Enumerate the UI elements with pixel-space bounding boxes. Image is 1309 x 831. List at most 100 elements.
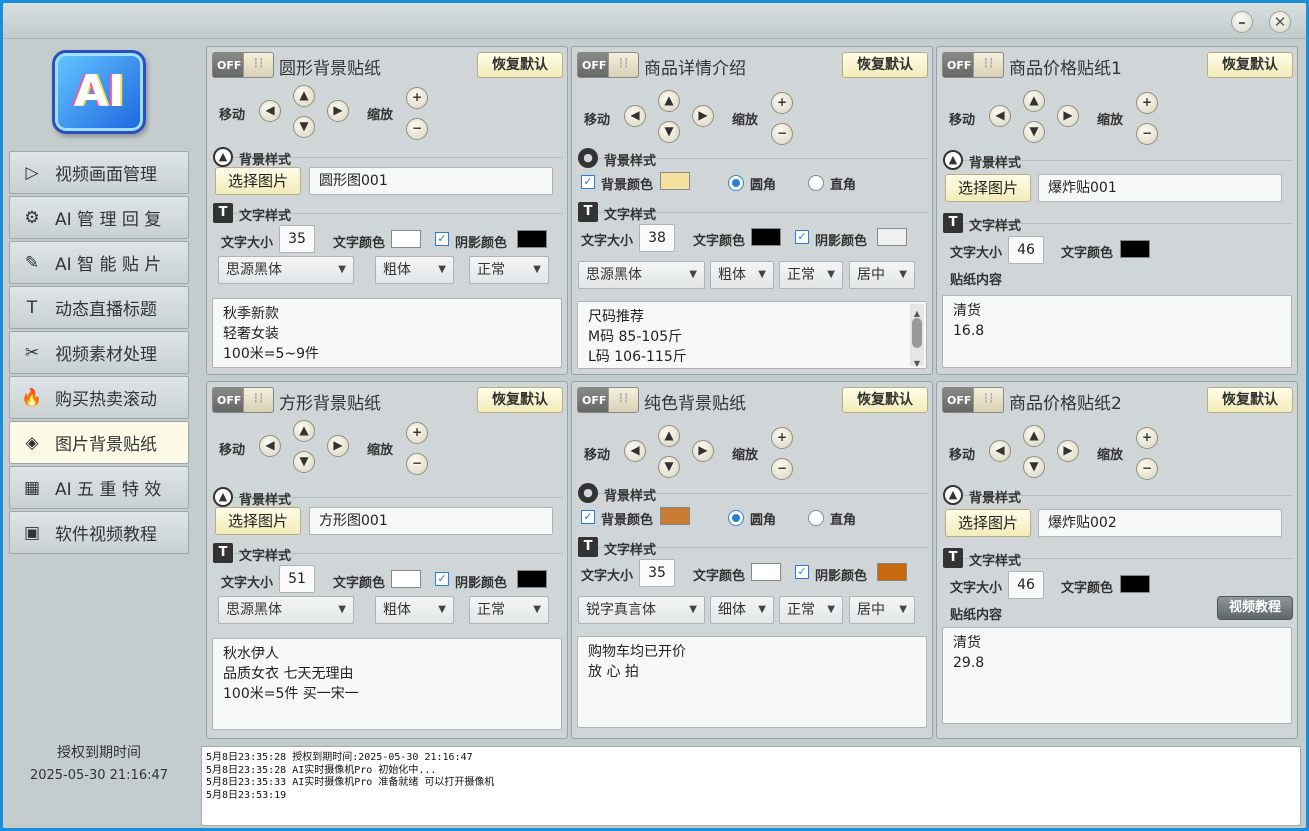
restore-default-button[interactable]: 恢复默认 [1207, 387, 1293, 413]
move-down-button[interactable]: ▼ [658, 456, 680, 478]
font-color-swatch[interactable] [1120, 575, 1150, 593]
restore-default-button[interactable]: 恢复默认 [477, 387, 563, 413]
sidebar-item-5[interactable]: ✂ 视频素材处理 [9, 331, 189, 374]
zoom-out-button[interactable]: − [1136, 123, 1158, 145]
enable-toggle[interactable]: OFF ┇┇ [212, 52, 274, 78]
font-style-select[interactable]: 正常 ▼ [779, 596, 843, 624]
enable-toggle[interactable]: OFF ┇┇ [942, 387, 1004, 413]
shadow-checkbox[interactable]: ✓ [435, 232, 449, 246]
sidebar-item-6[interactable]: 🔥 购买热卖滚动 [9, 376, 189, 419]
move-up-button[interactable]: ▲ [293, 420, 315, 442]
image-name-field[interactable]: 方形图001 [309, 507, 553, 535]
align-select[interactable]: 居中 ▼ [849, 596, 915, 624]
zoom-out-button[interactable]: − [406, 453, 428, 475]
font-family-select[interactable]: 思源黑体 ▼ [218, 596, 354, 624]
font-size-input[interactable]: 35 [639, 559, 675, 587]
shadow-color-swatch[interactable] [877, 228, 907, 246]
move-up-button[interactable]: ▲ [1023, 425, 1045, 447]
scroll-thumb[interactable] [912, 318, 922, 348]
scroll-up-arrow[interactable]: ▲ [910, 304, 924, 318]
move-right-button[interactable]: ▶ [1057, 105, 1079, 127]
square-radio[interactable] [808, 510, 824, 526]
shadow-color-swatch[interactable] [517, 570, 547, 588]
shadow-checkbox[interactable]: ✓ [795, 565, 809, 579]
font-color-swatch[interactable] [391, 570, 421, 588]
zoom-in-button[interactable]: + [771, 92, 793, 114]
restore-default-button[interactable]: 恢复默认 [1207, 52, 1293, 78]
move-left-button[interactable]: ◀ [259, 435, 281, 457]
sidebar-item-8[interactable]: ▦ AI 五 重 特 效 [9, 466, 189, 509]
scroll-down-arrow[interactable]: ▼ [910, 354, 924, 368]
image-name-field[interactable]: 爆炸贴002 [1038, 509, 1282, 537]
font-color-swatch[interactable] [751, 228, 781, 246]
sidebar-item-2[interactable]: ⚙ AI 管 理 回 复 [9, 196, 189, 239]
bg-color-checkbox[interactable]: ✓ [581, 175, 595, 189]
bg-color-swatch[interactable] [660, 172, 690, 190]
move-left-button[interactable]: ◀ [624, 105, 646, 127]
move-down-button[interactable]: ▼ [1023, 456, 1045, 478]
move-up-button[interactable]: ▲ [1023, 90, 1045, 112]
scrollbar[interactable]: ▲ ▼ [910, 304, 924, 368]
restore-default-button[interactable]: 恢复默认 [842, 387, 928, 413]
move-left-button[interactable]: ◀ [989, 105, 1011, 127]
font-color-swatch[interactable] [391, 230, 421, 248]
enable-toggle[interactable]: OFF ┇┇ [577, 387, 639, 413]
square-radio[interactable] [808, 175, 824, 191]
choose-image-button[interactable]: 选择图片 [945, 509, 1031, 537]
close-button[interactable]: ✕ [1269, 11, 1291, 33]
move-up-button[interactable]: ▲ [658, 90, 680, 112]
font-size-input[interactable]: 35 [279, 225, 315, 253]
choose-image-button[interactable]: 选择图片 [945, 174, 1031, 202]
choose-image-button[interactable]: 选择图片 [215, 167, 301, 195]
zoom-out-button[interactable]: − [1136, 458, 1158, 480]
font-family-select[interactable]: 锐字真言体 ▼ [578, 596, 705, 624]
move-down-button[interactable]: ▼ [658, 121, 680, 143]
image-name-field[interactable]: 圆形图001 [309, 167, 553, 195]
font-style-select[interactable]: 正常 ▼ [469, 256, 549, 284]
font-style-select[interactable]: 正常 ▼ [469, 596, 549, 624]
move-right-button[interactable]: ▶ [1057, 440, 1079, 462]
move-down-button[interactable]: ▼ [293, 451, 315, 473]
font-family-select[interactable]: 思源黑体 ▼ [578, 261, 705, 289]
sticker-text-area[interactable]: 秋季新款 轻奢女装 100米=5~9件 [212, 298, 562, 368]
sticker-text-area[interactable]: 购物车均已开价放 心 拍 [577, 636, 927, 728]
sidebar-item-1[interactable]: ▷ 视频画面管理 [9, 151, 189, 194]
font-color-swatch[interactable] [1120, 240, 1150, 258]
move-left-button[interactable]: ◀ [989, 440, 1011, 462]
sticker-text-area[interactable]: 尺码推荐M码 85-105斤L码 106-115斤XL码 116-125斤▲▼ [577, 301, 927, 369]
font-size-input[interactable]: 46 [1008, 571, 1044, 599]
video-tutorial-button[interactable]: 视频教程 [1217, 596, 1293, 620]
sidebar-item-3[interactable]: ✎ AI 智 能 贴 片 [9, 241, 189, 284]
shadow-color-swatch[interactable] [517, 230, 547, 248]
minimize-button[interactable]: – [1231, 11, 1253, 33]
zoom-in-button[interactable]: + [406, 87, 428, 109]
zoom-out-button[interactable]: − [771, 123, 793, 145]
move-up-button[interactable]: ▲ [293, 85, 315, 107]
bg-color-checkbox[interactable]: ✓ [581, 510, 595, 524]
move-left-button[interactable]: ◀ [624, 440, 646, 462]
move-right-button[interactable]: ▶ [692, 440, 714, 462]
zoom-out-button[interactable]: − [406, 118, 428, 140]
font-weight-select[interactable]: 细体 ▼ [710, 596, 774, 624]
sidebar-item-9[interactable]: ▣ 软件视频教程 [9, 511, 189, 554]
image-name-field[interactable]: 爆炸贴001 [1038, 174, 1282, 202]
move-right-button[interactable]: ▶ [327, 100, 349, 122]
font-weight-select[interactable]: 粗体 ▼ [710, 261, 774, 289]
enable-toggle[interactable]: OFF ┇┇ [942, 52, 1004, 78]
font-color-swatch[interactable] [751, 563, 781, 581]
choose-image-button[interactable]: 选择图片 [215, 507, 301, 535]
move-left-button[interactable]: ◀ [259, 100, 281, 122]
font-size-input[interactable]: 38 [639, 224, 675, 252]
restore-default-button[interactable]: 恢复默认 [477, 52, 563, 78]
shadow-checkbox[interactable]: ✓ [435, 572, 449, 586]
font-weight-select[interactable]: 粗体 ▼ [375, 256, 454, 284]
enable-toggle[interactable]: OFF ┇┇ [212, 387, 274, 413]
move-right-button[interactable]: ▶ [327, 435, 349, 457]
font-size-input[interactable]: 46 [1008, 236, 1044, 264]
move-down-button[interactable]: ▼ [293, 116, 315, 138]
zoom-in-button[interactable]: + [1136, 92, 1158, 114]
shadow-color-swatch[interactable] [877, 563, 907, 581]
restore-default-button[interactable]: 恢复默认 [842, 52, 928, 78]
move-up-button[interactable]: ▲ [658, 425, 680, 447]
align-select[interactable]: 居中 ▼ [849, 261, 915, 289]
